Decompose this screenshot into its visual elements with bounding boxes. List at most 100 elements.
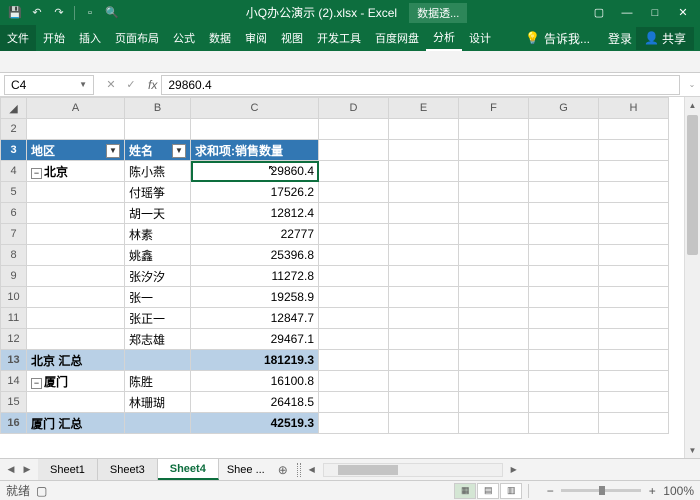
tab-file[interactable]: 文件 [0, 25, 36, 51]
subtotal-value[interactable]: 42519.3 [191, 413, 319, 434]
cell[interactable] [459, 308, 529, 329]
normal-view-icon[interactable]: ▦ [454, 483, 476, 499]
cell[interactable] [459, 182, 529, 203]
tab-百度网盘[interactable]: 百度网盘 [368, 25, 426, 51]
cell[interactable] [529, 329, 599, 350]
cell[interactable] [319, 224, 389, 245]
cell[interactable] [459, 350, 529, 371]
region-cell[interactable] [27, 287, 125, 308]
share-button[interactable]: 👤共享 [636, 27, 694, 50]
cell[interactable] [319, 161, 389, 182]
value-cell[interactable]: 12847.7 [191, 308, 319, 329]
zoom-slider[interactable] [561, 489, 641, 492]
row-header[interactable]: 9 [1, 266, 27, 287]
cell[interactable] [529, 203, 599, 224]
page-break-view-icon[interactable]: ▥ [500, 483, 522, 499]
tell-me[interactable]: 告诉我... [544, 30, 590, 47]
scroll-thumb[interactable] [687, 115, 698, 255]
cell[interactable] [529, 308, 599, 329]
redo-icon[interactable]: ↷ [50, 4, 68, 22]
tab-nav-next-icon[interactable]: ▶ [20, 463, 34, 477]
col-header-F[interactable]: F [459, 98, 529, 119]
name-cell[interactable]: 张正一 [125, 308, 191, 329]
value-cell[interactable]: 19258.9 [191, 287, 319, 308]
cell[interactable] [389, 266, 459, 287]
name-cell[interactable]: 陈胜 [125, 371, 191, 392]
cell[interactable] [125, 350, 191, 371]
tab-审阅[interactable]: 审阅 [238, 25, 274, 51]
col-header-H[interactable]: H [599, 98, 669, 119]
select-all[interactable]: ◢ [1, 98, 27, 119]
cell[interactable] [389, 371, 459, 392]
region-cell[interactable] [27, 182, 125, 203]
value-cell[interactable]: 26418.5 [191, 392, 319, 413]
subtotal-label[interactable]: 北京 汇总 [27, 350, 125, 371]
region-cell[interactable] [27, 266, 125, 287]
cell[interactable] [599, 161, 669, 182]
scroll-down-icon[interactable]: ▼ [685, 442, 700, 458]
tab-overflow[interactable]: Shee ... [219, 461, 273, 479]
expand-formula-icon[interactable]: ⌄ [684, 80, 700, 89]
page-layout-view-icon[interactable]: ▤ [477, 483, 499, 499]
pivot-field-region[interactable]: 地区▼ [27, 140, 125, 161]
cell[interactable] [125, 413, 191, 434]
value-cell[interactable]: 22777 [191, 224, 319, 245]
cell[interactable] [389, 119, 459, 140]
row-header[interactable]: 2 [1, 119, 27, 140]
new-icon[interactable]: ▫ [81, 4, 99, 22]
tab-页面布局[interactable]: 页面布局 [108, 25, 166, 51]
col-header-C[interactable]: C [191, 98, 319, 119]
cell[interactable] [599, 245, 669, 266]
cell[interactable] [319, 203, 389, 224]
cell[interactable] [599, 266, 669, 287]
cell[interactable] [459, 266, 529, 287]
cell[interactable] [529, 119, 599, 140]
cell[interactable] [599, 308, 669, 329]
cell[interactable] [529, 371, 599, 392]
filter-dropdown-icon[interactable]: ▼ [172, 144, 186, 158]
cell[interactable] [125, 119, 191, 140]
region-cell[interactable] [27, 329, 125, 350]
region-cell[interactable] [27, 392, 125, 413]
cell[interactable] [319, 308, 389, 329]
collapse-icon[interactable]: − [31, 378, 42, 389]
sheet-tab-Sheet3[interactable]: Sheet3 [98, 459, 158, 480]
cell[interactable] [599, 287, 669, 308]
region-cell[interactable] [27, 203, 125, 224]
row-header[interactable]: 3 [1, 140, 27, 161]
cell[interactable] [389, 308, 459, 329]
tab-视图[interactable]: 视图 [274, 25, 310, 51]
preview-icon[interactable]: 🔍 [103, 4, 121, 22]
cell[interactable] [459, 392, 529, 413]
col-header-G[interactable]: G [529, 98, 599, 119]
cell[interactable] [599, 371, 669, 392]
subtotal-label[interactable]: 厦门 汇总 [27, 413, 125, 434]
cell[interactable] [319, 266, 389, 287]
row-header[interactable]: 5 [1, 182, 27, 203]
value-cell[interactable]: 17526.2 [191, 182, 319, 203]
minimize-icon[interactable]: — [614, 3, 640, 23]
record-macro-icon[interactable]: ▢ [36, 484, 47, 498]
row-header[interactable]: 10 [1, 287, 27, 308]
row-header[interactable]: 16 [1, 413, 27, 434]
row-header[interactable]: 6 [1, 203, 27, 224]
accept-icon[interactable]: ✓ [122, 76, 140, 94]
cell[interactable] [389, 392, 459, 413]
hscroll-right-icon[interactable]: ▶ [507, 463, 521, 477]
cell[interactable] [389, 350, 459, 371]
cell[interactable] [459, 329, 529, 350]
value-cell[interactable]: 11272.8 [191, 266, 319, 287]
cell[interactable] [599, 413, 669, 434]
cell[interactable] [599, 350, 669, 371]
cell[interactable] [529, 266, 599, 287]
cell[interactable] [459, 287, 529, 308]
cell[interactable] [389, 413, 459, 434]
cell[interactable] [389, 224, 459, 245]
cell[interactable] [319, 329, 389, 350]
cell[interactable] [599, 119, 669, 140]
cell[interactable] [599, 140, 669, 161]
fx-icon[interactable]: fx [144, 78, 161, 92]
name-cell[interactable]: 姚鑫 [125, 245, 191, 266]
cell[interactable] [389, 161, 459, 182]
login-button[interactable]: 登录 [608, 30, 632, 47]
